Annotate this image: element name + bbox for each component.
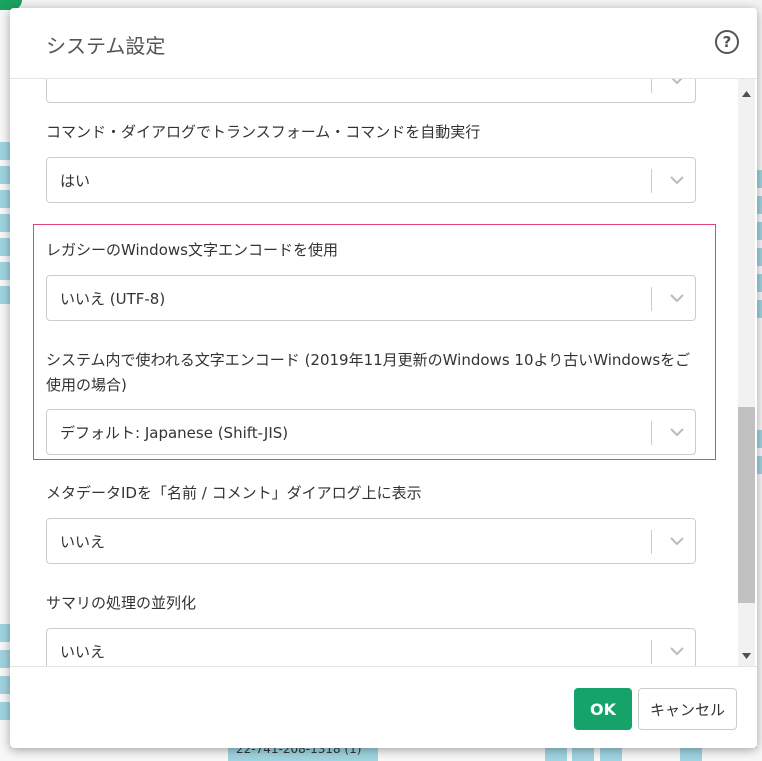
dialog-header: システム設定 ?	[10, 8, 757, 79]
select-separator	[651, 79, 652, 93]
vertical-scrollbar[interactable]	[738, 79, 755, 666]
background-left-panel	[0, 10, 10, 761]
scrollbar-thumb[interactable]	[738, 407, 755, 603]
select-separator	[651, 640, 652, 664]
setting-select-legacy-encoding[interactable]: いいえ (UTF-8)	[46, 275, 696, 321]
background-cell	[0, 190, 10, 208]
select-value: デフォルト: Japanese (Shift-JIS)	[60, 424, 289, 442]
chevron-down-icon	[670, 428, 684, 437]
triangle-up-icon	[742, 90, 751, 97]
background-cell	[0, 142, 10, 160]
scroll-up-arrow-icon[interactable]	[738, 85, 755, 102]
background-cell	[0, 650, 10, 668]
background-cell	[0, 214, 10, 232]
chevron-down-icon	[670, 294, 684, 303]
select-separator	[651, 169, 652, 193]
cancel-button[interactable]: キャンセル	[638, 688, 737, 730]
background-cell	[757, 196, 762, 214]
triangle-down-icon	[742, 652, 751, 659]
dialog-title: システム設定	[46, 34, 166, 58]
setting-label-summary-parallel: サマリの処理の並列化	[46, 594, 197, 612]
select-value: いいえ	[60, 533, 106, 551]
chevron-down-icon	[671, 79, 683, 85]
background-cell	[572, 748, 594, 761]
settings-scroll-area[interactable]: コマンド・ダイアログでトランスフォーム・コマンドを自動実行 はい レガシーのWi…	[10, 79, 757, 666]
chevron-down-icon	[670, 176, 684, 185]
background-cell	[0, 238, 10, 256]
background-cell	[0, 702, 10, 720]
chevron-down-icon	[670, 537, 684, 546]
background-cell	[600, 748, 622, 761]
background-cell	[757, 300, 762, 318]
select-value: いいえ	[60, 643, 106, 661]
setting-select-auto-transform[interactable]: はい	[46, 157, 696, 203]
select-separator	[651, 287, 652, 311]
setting-select-partial[interactable]	[46, 79, 696, 103]
background-cell	[0, 624, 10, 642]
select-separator	[651, 530, 652, 554]
ok-button[interactable]: OK	[574, 688, 632, 730]
setting-label-metadata-id: メタデータIDを「名前 / コメント」ダイアログ上に表示	[46, 484, 422, 502]
dialog-footer: OK キャンセル	[10, 666, 757, 748]
background-cell	[545, 748, 567, 761]
chevron-down-icon	[670, 647, 684, 656]
background-cell	[680, 748, 702, 761]
setting-label-system-encoding: システム内で使われる文字エンコード (2019年11月更新のWindows 10…	[46, 351, 691, 369]
background-cell	[757, 430, 762, 448]
background-cell	[757, 274, 762, 292]
background-cell	[0, 166, 10, 184]
background-cell	[0, 262, 10, 280]
background-cell	[757, 170, 762, 188]
system-settings-dialog: システム設定 ? コマンド・ダイアログでトランスフォーム・コマンドを自動実行 は…	[10, 8, 757, 748]
background-cell	[0, 676, 10, 694]
background-cell	[757, 222, 762, 240]
background-right-panel	[757, 10, 762, 761]
setting-select-metadata-id[interactable]: いいえ	[46, 518, 696, 564]
scroll-down-arrow-icon[interactable]	[738, 647, 755, 664]
background-bottom-strip: 22-741-208-1318 (1)	[0, 742, 762, 761]
setting-label-auto-transform: コマンド・ダイアログでトランスフォーム・コマンドを自動実行	[46, 123, 481, 141]
help-icon[interactable]: ?	[715, 30, 739, 54]
setting-label-system-encoding-line2: 使用の場合)	[46, 376, 127, 394]
select-value: はい	[60, 172, 91, 190]
select-value: いいえ (UTF-8)	[60, 290, 166, 308]
setting-select-summary-parallel[interactable]: いいえ	[46, 628, 696, 666]
background-cell	[757, 456, 762, 474]
select-separator	[651, 421, 652, 445]
setting-select-system-encoding[interactable]: デフォルト: Japanese (Shift-JIS)	[46, 409, 696, 455]
background-cell	[757, 248, 762, 266]
background-cell	[0, 286, 10, 304]
setting-label-legacy-encoding: レガシーのWindows文字エンコードを使用	[46, 241, 338, 259]
